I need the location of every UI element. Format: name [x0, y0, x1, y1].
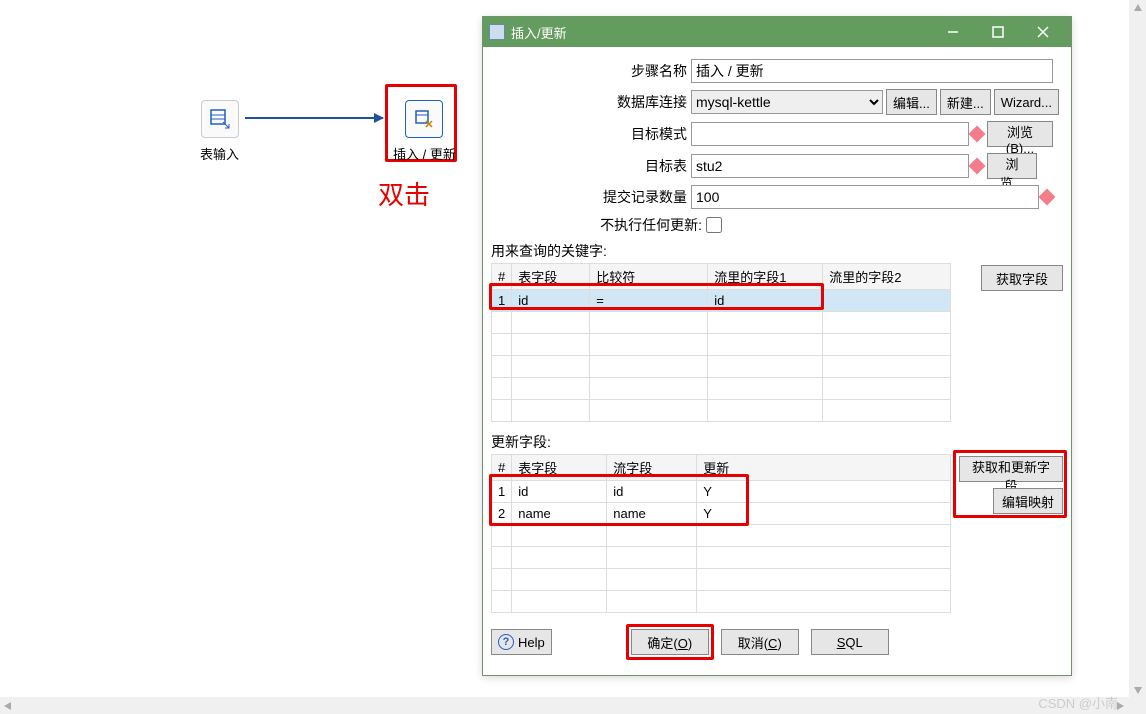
node-label: 插入 / 更新 — [393, 144, 456, 163]
checkbox-no-update[interactable] — [706, 217, 722, 233]
table-row[interactable] — [492, 312, 951, 334]
watermark: CSDN @小南 — [1038, 693, 1118, 712]
table-row[interactable] — [492, 525, 951, 547]
help-button[interactable]: ? Help — [491, 629, 552, 655]
dialog-icon — [489, 24, 505, 40]
help-icon: ? — [498, 634, 514, 650]
input-step-name[interactable] — [691, 59, 1053, 83]
browse-b-button[interactable]: 浏览(B)... — [987, 121, 1053, 147]
table-row[interactable] — [492, 378, 951, 400]
highlight-get-update-fields — [953, 450, 1067, 518]
table-row[interactable] — [492, 356, 951, 378]
table-row[interactable] — [492, 569, 951, 591]
node-insert-update[interactable]: 插入 / 更新 — [393, 100, 456, 163]
minimize-button[interactable] — [930, 18, 975, 46]
highlight-ok — [626, 624, 714, 660]
wizard-button[interactable]: Wizard... — [994, 89, 1059, 115]
input-target-table[interactable] — [691, 154, 969, 178]
canvas: 表输入 插入 / 更新 双击 — [0, 0, 480, 697]
close-button[interactable] — [1020, 18, 1065, 46]
section-keys-label: 用来查询的关键字: — [483, 241, 1071, 261]
table-input-icon — [201, 100, 239, 138]
th: 流里的字段2 — [823, 264, 951, 290]
maximize-button[interactable] — [975, 18, 1020, 46]
label-target-schema: 目标模式 — [491, 124, 691, 144]
connection-arrow — [245, 117, 383, 119]
table-row[interactable] — [492, 591, 951, 613]
select-db-conn[interactable]: mysql-kettle — [691, 90, 883, 114]
node-table-input[interactable]: 表输入 — [200, 100, 239, 163]
node-label: 表输入 — [200, 144, 239, 163]
new-button[interactable]: 新建... — [940, 89, 991, 115]
dialog-title: 插入/更新 — [511, 23, 930, 42]
label-step-name: 步骤名称 — [491, 61, 691, 81]
label-commit-size: 提交记录数量 — [491, 187, 691, 207]
label-no-update: 不执行任何更新: — [491, 215, 706, 235]
input-target-schema[interactable] — [691, 122, 969, 146]
section-updates-label: 更新字段: — [483, 432, 1071, 452]
diamond-icon — [969, 126, 986, 143]
annotation-doubleclick: 双击 — [378, 175, 430, 212]
horizontal-scrollbar[interactable] — [0, 697, 1146, 714]
table-row[interactable] — [492, 400, 951, 422]
highlight-keys-row — [489, 283, 824, 310]
insert-update-icon — [405, 100, 443, 138]
label-target-table: 目标表 — [491, 156, 691, 176]
highlight-updates-rows — [489, 474, 749, 526]
diamond-icon — [969, 158, 986, 175]
dialog-insert-update: 插入/更新 步骤名称 数据库连接 mysql-kettle 编辑... 新建..… — [482, 16, 1072, 676]
edit-button[interactable]: 编辑... — [886, 89, 937, 115]
table-row[interactable] — [492, 334, 951, 356]
input-commit-size[interactable] — [691, 185, 1039, 209]
sql-button[interactable]: SQL — [811, 629, 889, 655]
table-row[interactable] — [492, 547, 951, 569]
diamond-icon — [1039, 189, 1056, 206]
label-db-conn: 数据库连接 — [491, 92, 691, 112]
get-fields-button[interactable]: 获取字段 — [981, 265, 1063, 291]
vertical-scrollbar[interactable] — [1129, 0, 1146, 714]
browse-button[interactable]: 浏览... — [987, 153, 1037, 179]
titlebar[interactable]: 插入/更新 — [483, 17, 1071, 47]
cancel-button[interactable]: 取消(C) — [721, 629, 799, 655]
